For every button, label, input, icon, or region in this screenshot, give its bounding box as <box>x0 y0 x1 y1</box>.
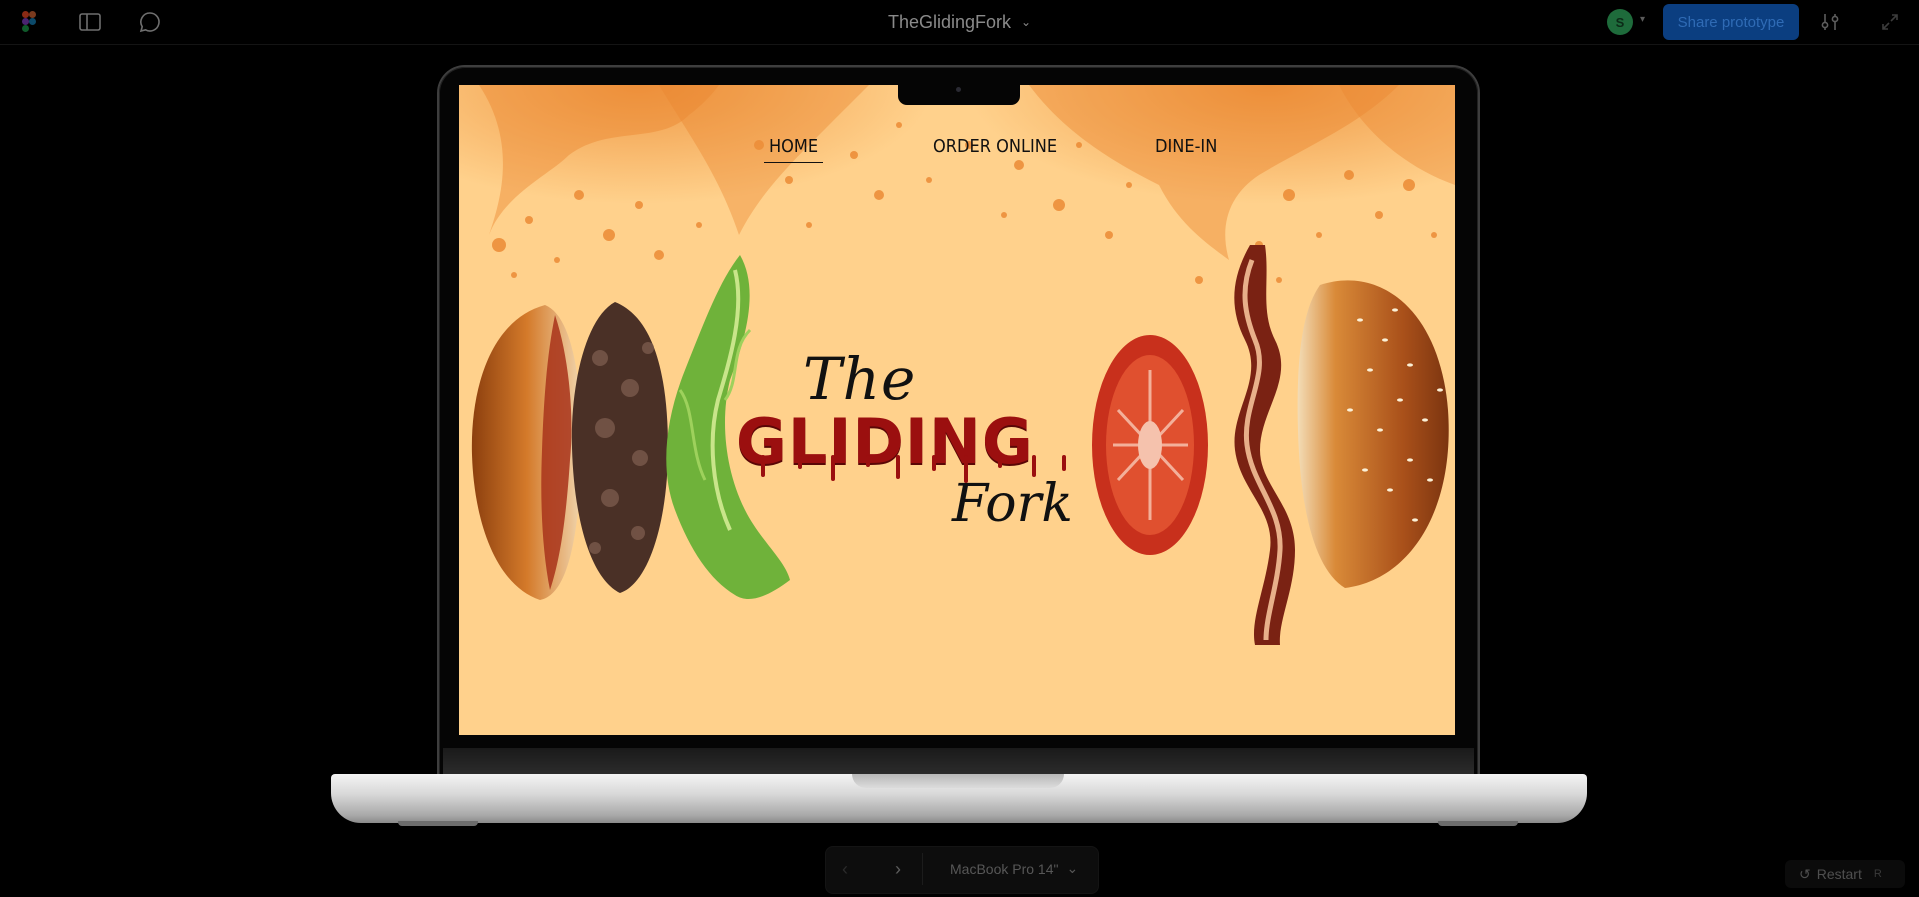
avatar[interactable]: S <box>1607 9 1633 35</box>
logo-fork: Fork <box>952 474 1073 534</box>
chevron-down-icon: ⌄ <box>1066 860 1079 876</box>
laptop-foot <box>1438 821 1518 826</box>
tomato-slice-image <box>1092 335 1208 555</box>
figma-logo-icon[interactable] <box>22 11 36 33</box>
camera-icon <box>956 87 961 92</box>
nav-home[interactable]: HOME <box>763 136 824 163</box>
restart-button[interactable]: ↺ Restart R <box>1785 860 1905 888</box>
device-label: MacBook Pro 14" <box>950 860 1059 877</box>
fullscreen-icon[interactable] <box>1877 10 1903 34</box>
restart-shortcut: R <box>1873 868 1882 880</box>
comment-icon[interactable] <box>137 10 163 34</box>
previous-frame-icon[interactable]: ‹ <box>835 858 855 880</box>
next-frame-icon[interactable]: › <box>888 858 908 880</box>
bun-top-image <box>1297 280 1449 588</box>
device-select[interactable]: MacBook Pro 14" ⌄ <box>950 860 1078 877</box>
project-title: TheGlidingFork <box>888 11 1012 32</box>
lid-chin <box>443 748 1474 774</box>
nav-dine-in[interactable]: DINE-IN <box>1155 136 1217 160</box>
avatar-chevron-icon[interactable]: ▾ <box>1640 14 1645 25</box>
restart-label: Restart <box>1816 866 1862 882</box>
laptop-foot <box>398 821 478 826</box>
share-prototype-button[interactable]: Share prototype <box>1663 4 1799 40</box>
restart-icon: ↺ <box>1799 865 1811 882</box>
divider <box>922 853 923 885</box>
logo-the: The <box>803 345 917 413</box>
base-opening-notch <box>852 774 1064 788</box>
settings-sliders-icon[interactable] <box>1817 10 1843 34</box>
prototype-toolbar: TheGlidingFork ⌄ S ▾ Share prototype <box>0 0 1919 45</box>
nav-order-online[interactable]: ORDER ONLINE <box>933 136 1057 160</box>
sidebar-toggle-icon[interactable] <box>77 10 103 34</box>
chevron-down-icon: ⌄ <box>1021 15 1032 29</box>
project-title-menu[interactable]: TheGlidingFork ⌄ <box>888 11 1031 33</box>
